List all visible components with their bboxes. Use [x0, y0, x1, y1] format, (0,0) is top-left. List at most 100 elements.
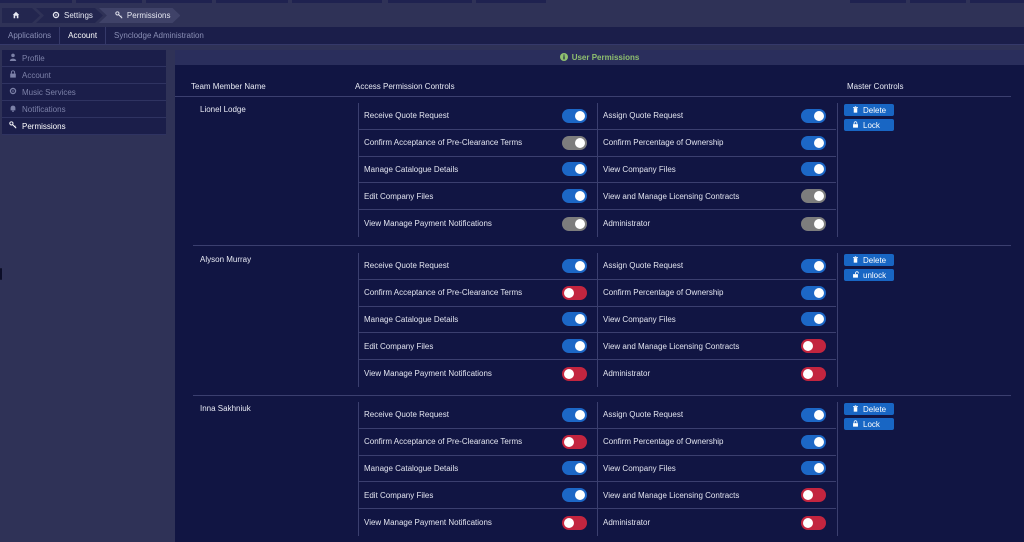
tab-synclodge-administration[interactable]: Synclodge Administration [106, 27, 212, 44]
permission-label: View Company Files [603, 164, 676, 174]
permission-column: Assign Quote Request Confirm Percentage o… [597, 253, 836, 387]
top-tab-stub[interactable] [388, 0, 472, 3]
permission-row: Manage Catalogue Details [359, 157, 597, 184]
sidebar-item-permissions[interactable]: Permissions [2, 118, 166, 135]
permission-label: View Manage Payment Notifications [364, 369, 492, 379]
permission-toggle[interactable] [801, 515, 826, 530]
sidebar-item-label: Account [22, 70, 51, 80]
permission-row: View Manage Payment Notifications [359, 360, 597, 387]
sidebar-item-notifications[interactable]: Notifications [2, 101, 166, 118]
permission-toggle[interactable] [562, 312, 587, 327]
permission-toggle[interactable] [801, 366, 826, 381]
lock-icon [9, 70, 17, 80]
permission-row: View and Manage Licensing Contracts [598, 183, 836, 211]
permission-row: Edit Company Files [359, 482, 597, 510]
permission-toggle[interactable] [801, 312, 826, 327]
breadcrumb-home[interactable] [2, 8, 40, 23]
top-tab-stub[interactable] [910, 0, 966, 3]
permission-column: Receive Quote Request Confirm Acceptance … [358, 253, 597, 387]
lock-button[interactable]: Lock [844, 418, 895, 430]
permission-toggle[interactable] [801, 216, 826, 231]
permission-label: Confirm Percentage of Ownership [603, 138, 724, 148]
permission-row: Manage Catalogue Details [359, 456, 597, 483]
permission-toggle[interactable] [801, 189, 826, 204]
permission-row: View and Manage Licensing Contracts [598, 333, 836, 361]
tab-account[interactable]: Account [60, 27, 107, 44]
permission-column: Assign Quote Request Confirm Percentage o… [597, 402, 836, 536]
breadcrumb-settings[interactable]: Settings [36, 8, 103, 23]
sidebar-item-account[interactable]: Account [2, 67, 166, 84]
breadcrumb-label: Permissions [126, 11, 171, 20]
permission-toggle[interactable] [801, 461, 826, 476]
delete-button[interactable]: Delete [844, 104, 895, 116]
master-controls: Delete unlock [837, 253, 895, 387]
divider [193, 395, 1011, 396]
gear-icon [9, 87, 17, 97]
trash-icon [852, 404, 859, 414]
permission-label: Manage Catalogue Details [364, 164, 459, 174]
permission-toggle[interactable] [801, 488, 826, 503]
permission-toggle[interactable] [562, 488, 587, 503]
key-icon [9, 121, 17, 131]
unlock-button[interactable]: unlock [844, 269, 895, 281]
permission-toggle[interactable] [562, 189, 587, 204]
tab-bar: Applications Account Synclodge Administr… [0, 27, 1024, 45]
breadcrumb-permissions[interactable]: Permissions [99, 8, 181, 23]
permission-toggle[interactable] [562, 108, 587, 123]
top-tab-stub[interactable] [292, 0, 382, 3]
permission-toggle[interactable] [562, 258, 587, 273]
permission-toggle[interactable] [801, 407, 826, 422]
permission-toggle[interactable] [562, 434, 587, 449]
member-name: Inna Sakhniuk [200, 404, 251, 413]
permission-label: Assign Quote Request [603, 111, 684, 121]
permission-toggle[interactable] [801, 285, 826, 300]
permission-toggle[interactable] [562, 162, 587, 177]
top-tab-stub[interactable] [476, 0, 546, 3]
permission-row: Confirm Percentage of Ownership [598, 280, 836, 307]
top-tab-stub[interactable] [76, 0, 142, 3]
permission-toggle[interactable] [562, 339, 587, 354]
permission-toggle[interactable] [562, 285, 587, 300]
permission-row: View Manage Payment Notifications [359, 210, 597, 237]
permission-toggle[interactable] [562, 407, 587, 422]
permission-toggle[interactable] [801, 258, 826, 273]
collapse-handle[interactable] [0, 268, 2, 280]
permission-toggle[interactable] [562, 135, 587, 150]
permission-row: View Company Files [598, 456, 836, 483]
delete-button[interactable]: Delete [844, 254, 895, 266]
permission-toggle[interactable] [801, 434, 826, 449]
permission-toggle[interactable] [562, 216, 587, 231]
permission-label: View Company Files [603, 463, 676, 473]
permission-toggle[interactable] [801, 108, 826, 123]
permission-toggle[interactable] [562, 515, 587, 530]
divider [175, 96, 1011, 97]
permission-label: Confirm Percentage of Ownership [603, 437, 724, 447]
lock-button[interactable]: Lock [844, 119, 895, 131]
delete-button[interactable]: Delete [844, 403, 895, 415]
tab-applications[interactable]: Applications [0, 27, 61, 44]
permission-label: Administrator [603, 219, 651, 229]
permission-label: Confirm Acceptance of Pre-Clearance Term… [364, 437, 523, 447]
permission-toggle[interactable] [562, 461, 587, 476]
key-icon [115, 11, 123, 21]
permission-toggle[interactable] [801, 135, 826, 150]
top-tab-stub[interactable] [0, 0, 72, 3]
sidebar-item-label: Profile [22, 53, 45, 63]
sidebar-item-music-services[interactable]: Music Services [2, 84, 166, 101]
permission-row: View Manage Payment Notifications [359, 509, 597, 536]
top-tab-stub[interactable] [970, 0, 1024, 3]
permission-toggle[interactable] [801, 339, 826, 354]
permission-toggle[interactable] [801, 162, 826, 177]
permission-label: Edit Company Files [364, 490, 434, 500]
permission-row: Administrator [598, 509, 836, 536]
permission-row: Receive Quote Request [359, 253, 597, 280]
permission-row: Confirm Acceptance of Pre-Clearance Term… [359, 280, 597, 307]
permission-toggle[interactable] [562, 366, 587, 381]
sidebar-item-profile[interactable]: Profile [2, 50, 166, 67]
trash-icon [852, 255, 859, 265]
top-tab-stub[interactable] [216, 0, 288, 3]
lock-icon [852, 120, 859, 130]
top-tab-stub[interactable] [146, 0, 212, 3]
top-tab-stub[interactable] [850, 0, 906, 3]
permission-row: Administrator [598, 360, 836, 387]
